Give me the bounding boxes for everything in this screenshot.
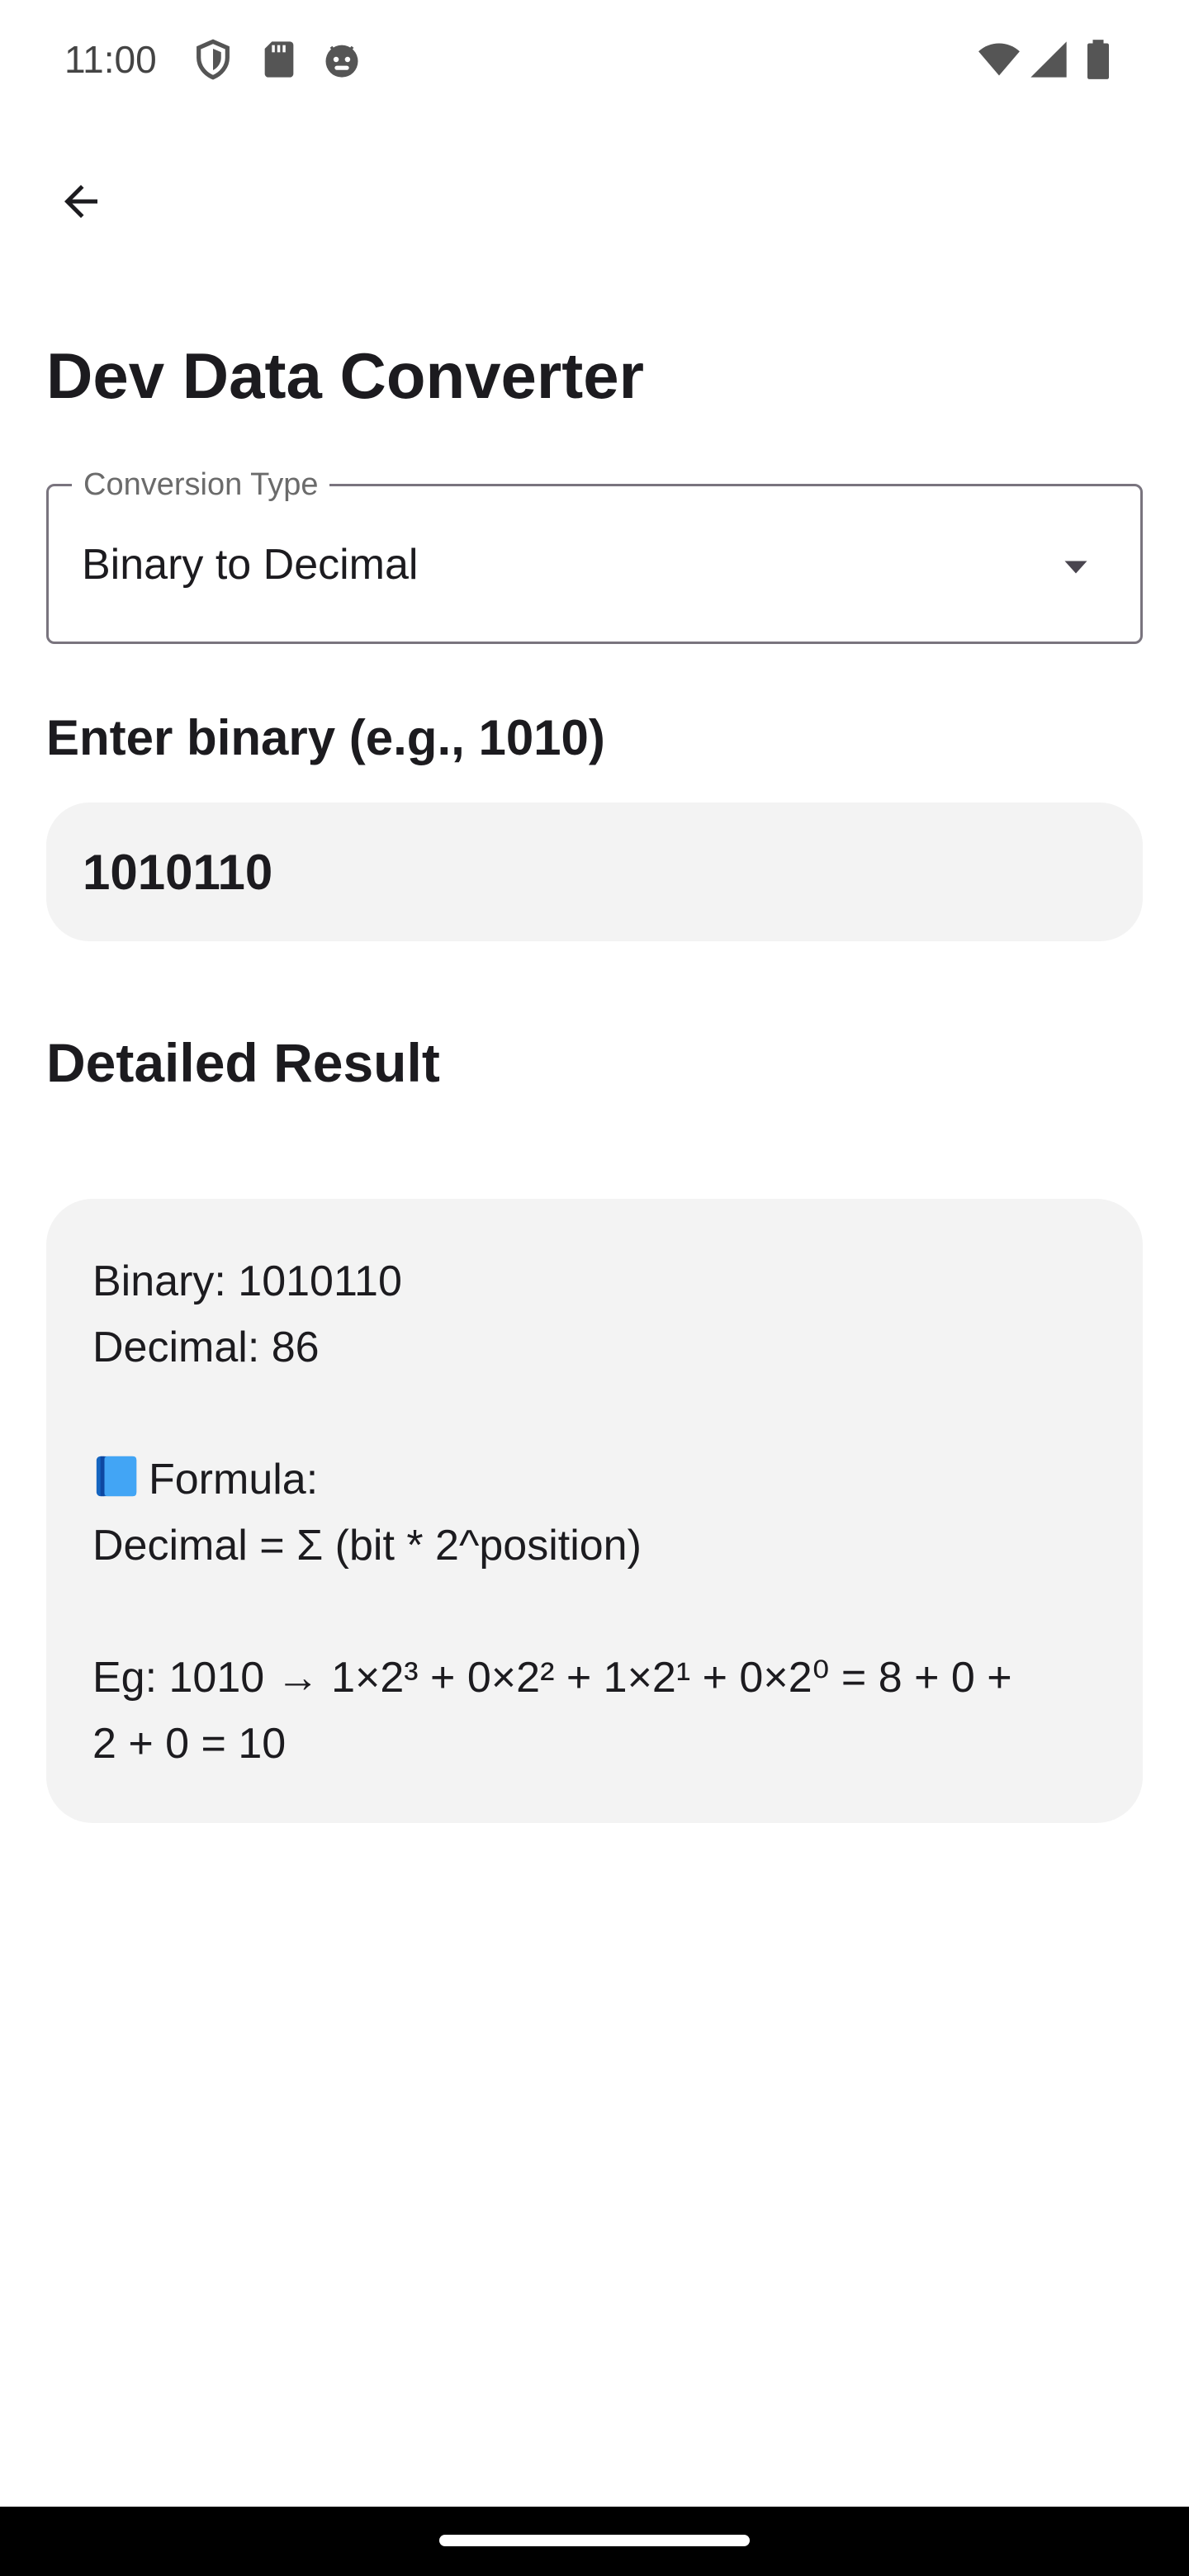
result-card: Binary: 1010110 Decimal: 86 Formula: Dec… (46, 1199, 1143, 1823)
wifi-icon (978, 38, 1021, 81)
formula-heading: Formula: (92, 1447, 1097, 1513)
binary-input-label: Enter binary (e.g., 1010) (46, 710, 605, 765)
result-heading: Detailed Result (46, 1032, 440, 1093)
cell-signal-icon (1027, 38, 1070, 81)
dropdown-arrow-icon (1061, 552, 1091, 582)
decimal-result-line: Decimal: 86 (92, 1324, 320, 1371)
binary-input-container (46, 803, 1143, 941)
status-bar: 11:00 (0, 0, 1189, 116)
back-button[interactable] (41, 162, 121, 241)
formula-text: Decimal = Σ (bit * 2^position) (92, 1522, 642, 1570)
battery-icon (1077, 38, 1120, 81)
blue-book-icon (92, 1452, 140, 1500)
example-line-continued: 2 + 0 = 10 (92, 1720, 287, 1768)
sd-card-icon (258, 38, 301, 81)
conversion-type-dropdown[interactable]: Conversion Type Binary to Decimal (46, 465, 1143, 644)
status-time: 11:00 (64, 38, 157, 81)
conversion-type-label: Conversion Type (72, 465, 330, 504)
example-line: Eg: 1010 → 1×2³ + 0×2² + 1×2¹ + 0×2⁰ = 8… (92, 1654, 1012, 1702)
formula-label: Formula: (149, 1456, 319, 1503)
binary-input[interactable] (83, 843, 1106, 901)
page-title: Dev Data Converter (46, 339, 644, 412)
binary-result-line: Binary: 1010110 (92, 1257, 402, 1305)
arrow-back-icon (64, 185, 97, 218)
shield-icon (192, 38, 234, 81)
android-icon (320, 38, 363, 81)
conversion-type-value: Binary to Decimal (82, 541, 419, 589)
home-indicator[interactable] (439, 2535, 750, 2546)
navigation-bar (0, 2507, 1189, 2576)
